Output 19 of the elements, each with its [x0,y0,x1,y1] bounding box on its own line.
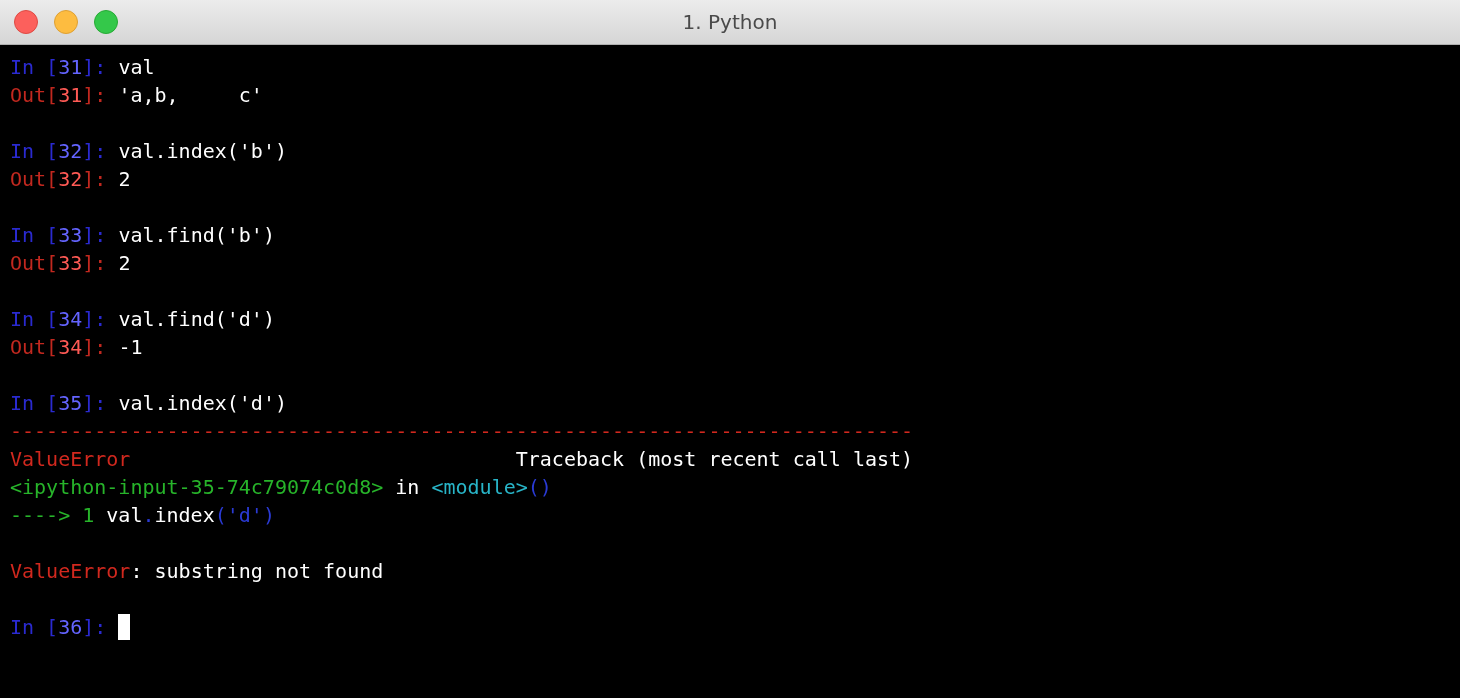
terminal-line: In [35]: val.index('d') [10,390,287,417]
terminal-line: ValueError: substring not found [10,558,384,585]
terminal-line: --------------------------------------------------------------------------- [10,418,914,445]
terminal-line: Out[32]: 2 [10,166,131,193]
terminal-line: <ipython-input-35-74c79074c0d8> in <module>() [10,474,552,501]
close-button[interactable] [14,10,38,34]
terminal-line: In [31]: val [10,54,155,81]
minimize-button[interactable] [54,10,78,34]
terminal-line: In [34]: val.find('d') [10,306,275,333]
terminal-line: ----> 1 val.index('d') [10,502,275,529]
zoom-button[interactable] [94,10,118,34]
terminal-line: Out[31]: 'a,b, c' [10,82,263,109]
terminal-line: ValueError Traceback (most recent call last) [10,446,914,473]
terminal-line: In [32]: val.index('b') [10,138,287,165]
terminal-line: In [33]: val.find('b') [10,222,275,249]
window-title: 1. Python [682,10,778,34]
terminal-line: In [36]: [10,614,108,641]
terminal-line: Out[33]: 2 [10,250,131,277]
terminal-line: Out[34]: -1 [10,334,143,361]
